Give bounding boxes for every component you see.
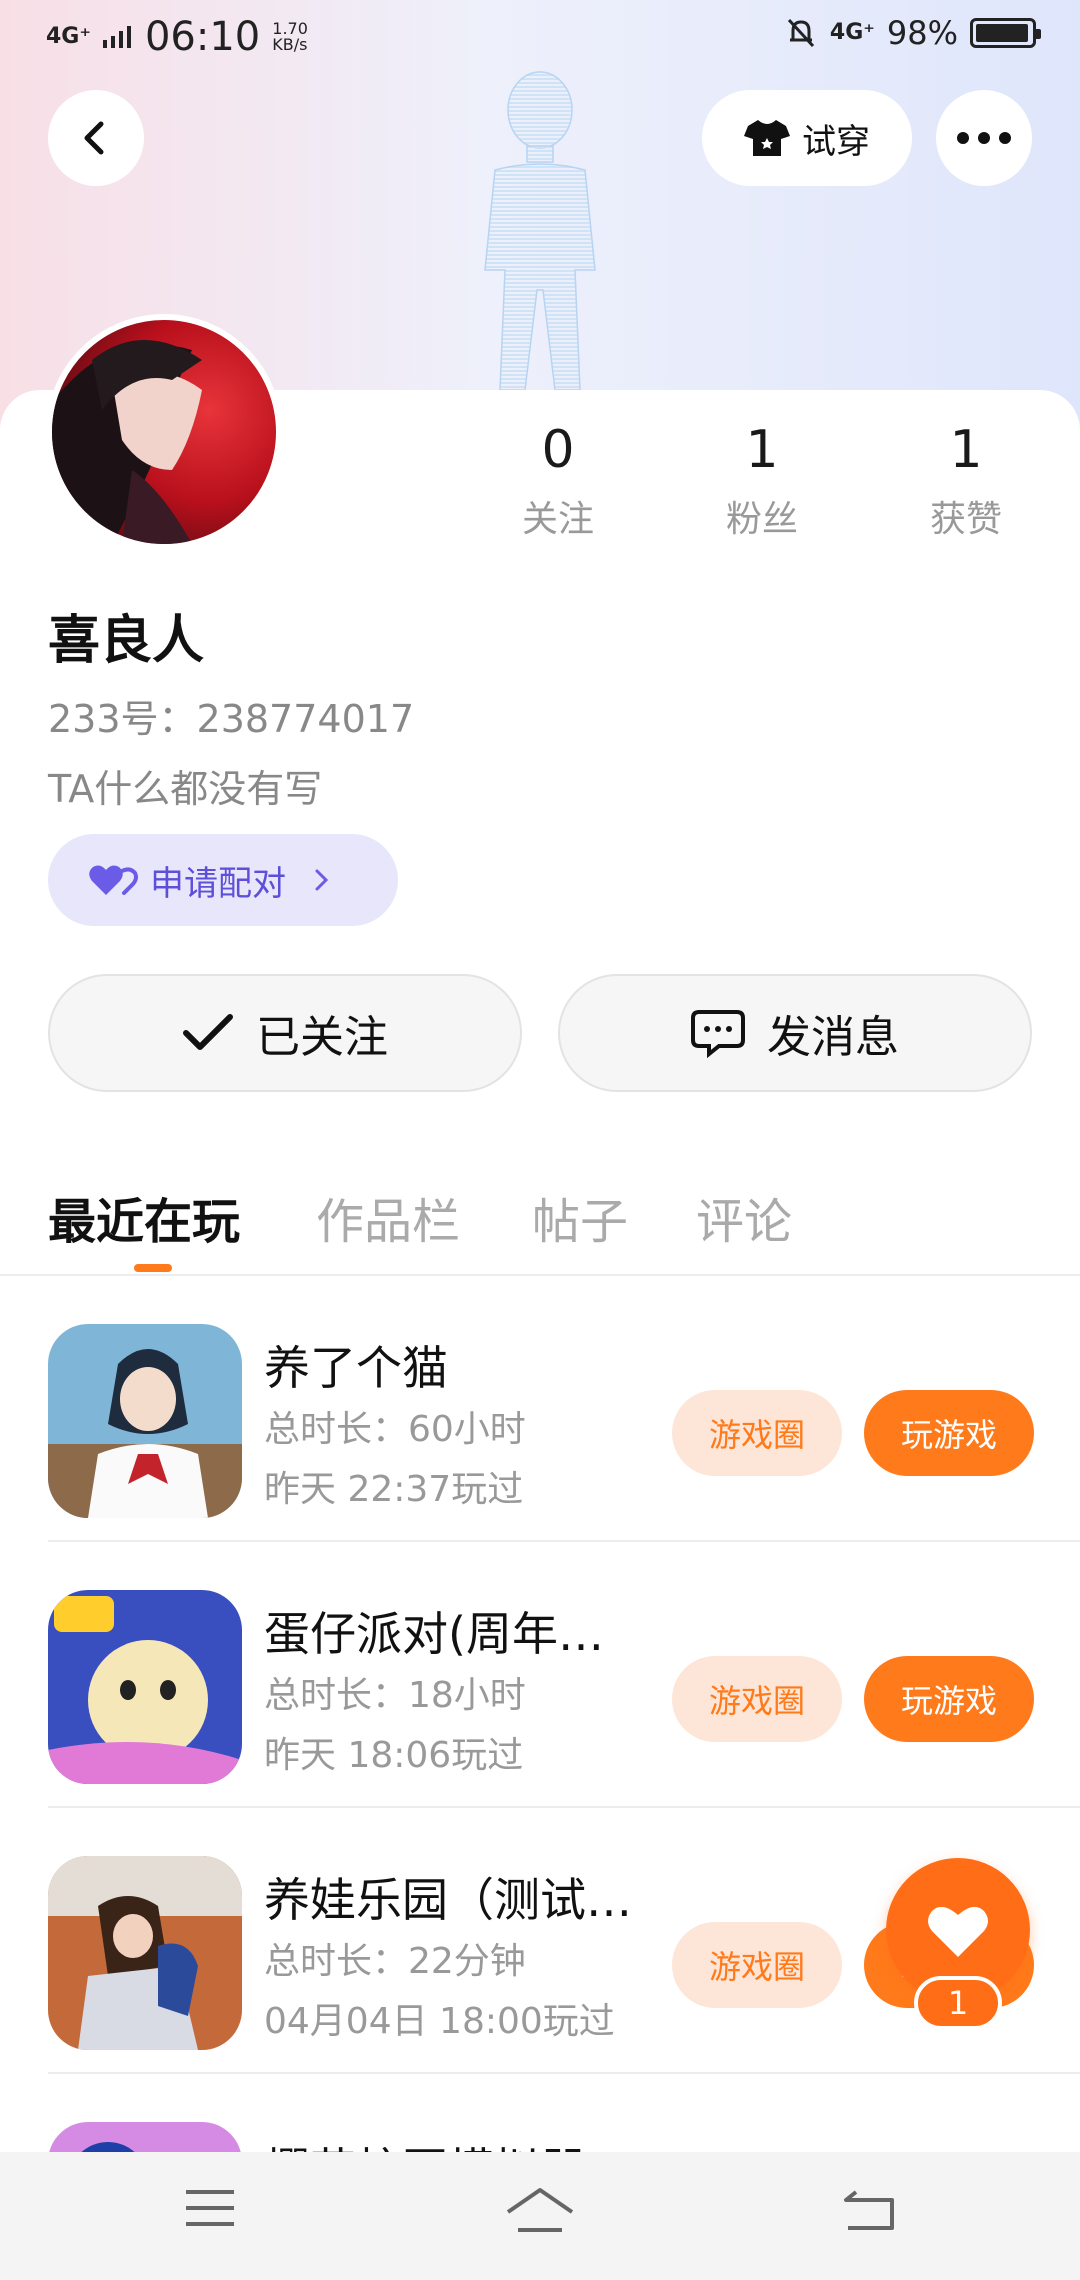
more-options-button[interactable]	[936, 90, 1032, 186]
game-icon	[48, 1324, 242, 1518]
network-indicator-right: 4G⁺	[829, 20, 875, 45]
system-navigation-bar	[0, 2152, 1080, 2280]
play-game-button[interactable]: 玩游戏	[864, 1656, 1034, 1742]
battery-icon	[970, 18, 1041, 48]
game-last-played: 04月04日 18:00玩过	[264, 2001, 615, 2042]
following-label: 关注	[521, 499, 594, 540]
game-icon	[48, 2122, 242, 2152]
game-icon	[48, 1856, 242, 2050]
tab-works[interactable]: 作品栏	[316, 1182, 460, 1252]
game-circle-button[interactable]: 游戏圈	[672, 1922, 842, 2008]
home-icon	[506, 2188, 574, 2232]
heart-pair-icon	[89, 865, 138, 895]
tshirt-icon	[744, 120, 790, 156]
user-name: 喜良人	[48, 611, 205, 671]
battery-percent: 98%	[886, 14, 958, 52]
game-icon	[48, 1590, 242, 1784]
return-icon	[844, 2190, 894, 2230]
game-circle-button[interactable]: 游戏圈	[672, 1390, 842, 1476]
game-duration: 总时长：60小时	[264, 1409, 526, 1450]
tab-recently-played[interactable]: 最近在玩	[48, 1182, 240, 1252]
play-game-button[interactable]: 玩游戏	[864, 1390, 1034, 1476]
menu-nav-button[interactable]	[184, 2186, 236, 2234]
game-last-played: 昨天 18:06玩过	[264, 1735, 524, 1776]
game-title: 养了个猫	[264, 1341, 448, 1395]
user-bio: TA什么都没有写	[48, 767, 323, 811]
active-tab-indicator	[134, 1264, 172, 1272]
game-title: 养娃乐园（测试…	[264, 1873, 632, 1927]
more-dots-icon	[957, 132, 1011, 144]
back-nav-button[interactable]	[842, 2186, 898, 2236]
content-tabs: 最近在玩 作品栏 帖子 评论	[0, 1170, 1080, 1276]
3d-avatar-figure[interactable]	[455, 70, 625, 390]
game-title: 樱花校园模拟器	[264, 2134, 654, 2152]
list-item[interactable]: 蛋仔派对(周年… 总时长：18小时 昨天 18:06玩过 游戏圈 玩游戏	[48, 1542, 1080, 1808]
likes-count: 1	[949, 420, 983, 480]
like-count-badge: 1	[914, 1976, 1002, 2030]
game-title: 蛋仔派对(周年…	[264, 1607, 604, 1661]
chevron-left-icon	[84, 121, 104, 155]
home-nav-button[interactable]	[504, 2186, 576, 2240]
game-duration: 总时长：18小时	[264, 1675, 526, 1716]
fans-label: 粉丝	[725, 499, 798, 540]
followed-label: 已关注	[256, 1012, 388, 1063]
clock: 06:10	[144, 14, 261, 60]
send-message-button[interactable]: 发消息	[558, 974, 1032, 1092]
check-icon	[183, 1014, 233, 1050]
stat-fans[interactable]: 1 粉丝	[682, 420, 842, 542]
stat-following[interactable]: 0 关注	[478, 420, 638, 542]
mute-bell-icon	[787, 18, 814, 48]
signal-icon	[102, 26, 131, 48]
game-circle-button[interactable]: 游戏圈	[672, 1656, 842, 1742]
apply-pair-button[interactable]: 申请配对	[48, 834, 398, 926]
stat-likes[interactable]: 1 获赞	[886, 420, 1046, 542]
apply-pair-label: 申请配对	[150, 863, 286, 904]
list-item[interactable]: 养了个猫 总时长：60小时 昨天 22:37玩过 游戏圈 玩游戏	[48, 1276, 1080, 1542]
send-message-label: 发消息	[767, 1012, 899, 1063]
following-count: 0	[541, 420, 575, 480]
try-on-label: 试穿	[802, 121, 870, 162]
network-indicator: 4G⁺	[46, 24, 91, 49]
avatar[interactable]	[46, 314, 282, 550]
game-duration: 总时长：22分钟	[264, 1941, 526, 1982]
fans-count: 1	[745, 420, 779, 480]
followed-button[interactable]: 已关注	[48, 974, 522, 1092]
heart-icon	[928, 1906, 988, 1957]
chat-bubble-icon	[691, 1010, 745, 1058]
list-item[interactable]: 樱花校园模拟器	[48, 2074, 1080, 2152]
user-id: 233号：238774017	[48, 697, 415, 741]
likes-label: 获赞	[929, 499, 1002, 540]
menu-icon	[186, 2190, 234, 2226]
back-button[interactable]	[48, 90, 144, 186]
game-last-played: 昨天 22:37玩过	[264, 1469, 524, 1510]
avatar-image	[52, 340, 202, 544]
status-bar: 4G⁺ 06:10 1.70 KB/s 4G⁺ 98%	[0, 0, 1080, 72]
try-on-button[interactable]: 试穿	[702, 90, 912, 186]
chevron-right-icon	[315, 869, 329, 891]
tab-comments[interactable]: 评论	[696, 1182, 792, 1252]
tab-posts[interactable]: 帖子	[532, 1182, 628, 1252]
network-speed: 1.70 KB/s	[272, 19, 308, 54]
